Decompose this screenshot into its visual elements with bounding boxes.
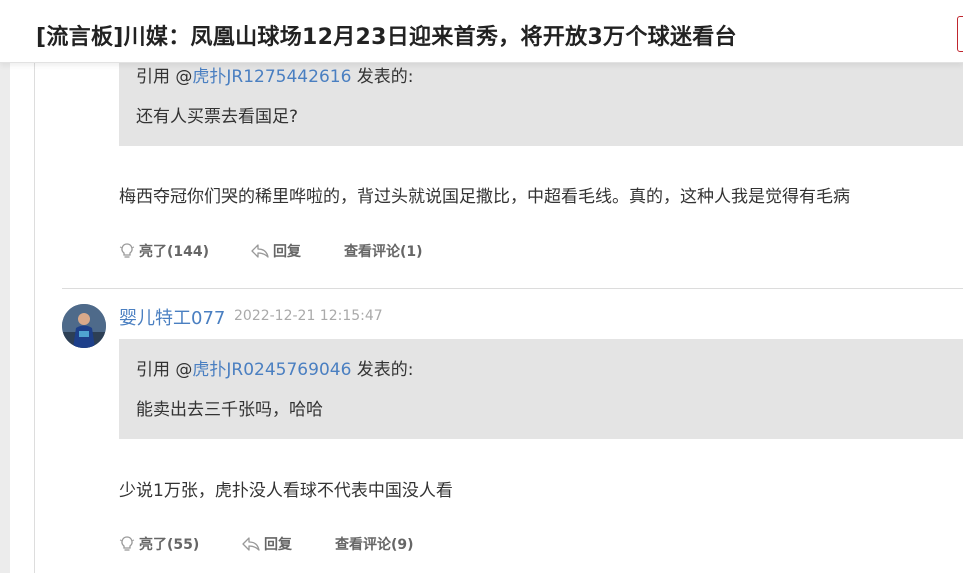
content-border <box>34 60 35 573</box>
quote-suffix: 发表的: <box>351 67 414 87</box>
user-avatar[interactable] <box>62 304 106 348</box>
view-comments-link[interactable]: 查看评论(1) <box>344 241 423 261</box>
reply-arrow-icon <box>242 536 260 552</box>
like-count: 亮了(144) <box>139 244 210 260</box>
quoted-user-link[interactable]: 虎扑JR0245769046 <box>192 360 351 380</box>
reply-label: 回复 <box>264 537 292 553</box>
bulb-icon <box>119 535 135 553</box>
quote-suffix: 发表的: <box>351 360 414 380</box>
comment-divider <box>62 288 963 289</box>
comment-text: 少说1万张，虎扑没人看球不代表中国没人看 <box>119 481 453 501</box>
quote-text: 能卖出去三千张吗，哈哈 <box>136 400 323 420</box>
like-button[interactable]: 亮了(55) <box>119 534 199 554</box>
username-link[interactable]: 婴儿特工077 <box>119 304 225 330</box>
quote-block: 引用 @虎扑JR0245769046 发表的: 能卖出去三千张吗，哈哈 <box>119 339 963 439</box>
bulb-icon <box>119 242 135 260</box>
quote-prefix: 引用 @ <box>136 360 193 380</box>
view-comments-link[interactable]: 查看评论(9) <box>335 534 414 554</box>
header-action-button[interactable] <box>957 16 963 52</box>
reply-arrow-icon <box>251 243 269 259</box>
left-gutter <box>0 0 10 573</box>
reply-label: 回复 <box>273 244 301 260</box>
like-count: 亮了(55) <box>139 537 200 553</box>
reply-button[interactable]: 回复 <box>251 241 301 261</box>
quote-prefix: 引用 @ <box>136 67 193 87</box>
sticky-header: [流言板]川媒：凤凰山球场12月23日迎来首秀，将开放3万个球迷看台 <box>0 0 963 63</box>
like-button[interactable]: 亮了(144) <box>119 241 209 261</box>
comment-timestamp: 2022-12-21 12:15:47 <box>234 308 383 324</box>
quoted-user-link[interactable]: 虎扑JR1275442616 <box>192 67 351 87</box>
page-title: [流言板]川媒：凤凰山球场12月23日迎来首秀，将开放3万个球迷看台 <box>36 25 737 50</box>
reply-button[interactable]: 回复 <box>242 534 292 554</box>
quote-text: 还有人买票去看国足? <box>136 107 299 127</box>
comment-text: 梅西夺冠你们哭的稀里哗啦的，背过头就说国足撒比，中超看毛线。真的，这种人我是觉得… <box>119 187 850 207</box>
